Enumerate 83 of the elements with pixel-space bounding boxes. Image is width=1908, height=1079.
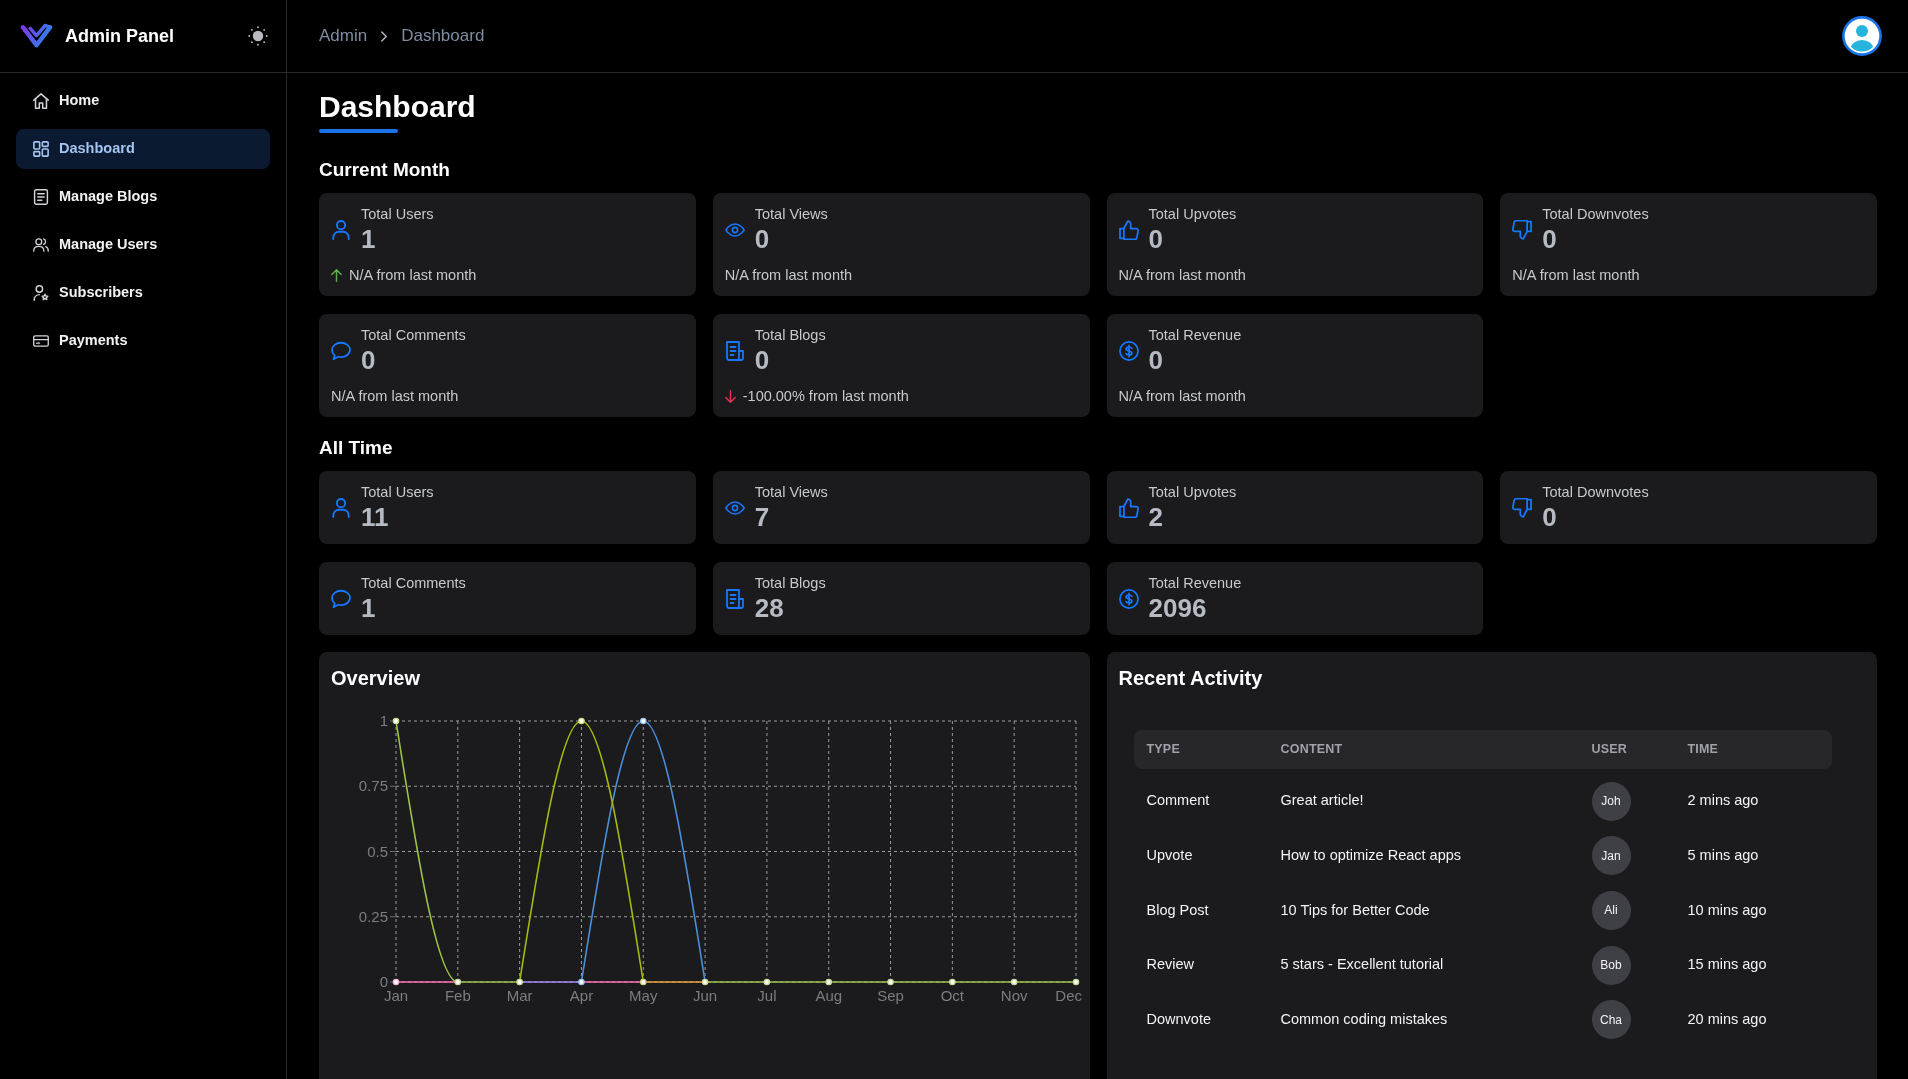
change-text: N/A from last month: [349, 266, 477, 285]
section-title: All Time: [319, 436, 393, 459]
change-text: N/A from last month: [1118, 266, 1246, 285]
axis-label: Jan: [383, 987, 409, 1004]
card-title: Overview: [331, 666, 420, 691]
axis-label: May: [629, 987, 658, 1004]
axis-label: 0: [379, 973, 388, 990]
axis-label: Oct: [940, 987, 965, 1004]
stat-value: 7: [754, 502, 771, 533]
table-cell-text: Upvote: [1146, 846, 1193, 865]
stat-label: Total Revenue: [1148, 326, 1242, 345]
axis-label: Dec: [1055, 987, 1082, 1004]
stat-value: 0: [1148, 224, 1164, 255]
user-initials-avatar: Joh: [1591, 781, 1631, 821]
breadcrumb-current: Dashboard: [401, 25, 485, 48]
table-cell-text: Common coding mistakes: [1280, 1009, 1448, 1029]
table-cell-text: Review: [1146, 955, 1195, 975]
axis-label: Sep: [877, 987, 904, 1004]
stat-label: Total Downvotes: [1542, 483, 1649, 502]
stat-value: 11: [361, 502, 390, 533]
axis-label: Jun: [693, 987, 718, 1004]
table-cell-text: How to optimize React apps: [1280, 846, 1462, 865]
axis-label: 1: [379, 712, 388, 729]
table-cell-text: 15 mins ago: [1687, 955, 1767, 975]
table-cell-text: 5 stars - Excellent tutorial: [1280, 955, 1444, 975]
axis-label: 0.5: [367, 842, 388, 860]
stat-value: 0: [1542, 502, 1558, 533]
column-header: TIME: [1687, 741, 1719, 759]
axis-label: Feb: [444, 987, 471, 1004]
stat-label: Total Blogs: [754, 326, 826, 345]
stat-label: Total Users: [361, 483, 434, 502]
table-cell-text: 5 mins ago: [1687, 846, 1759, 865]
table-cell-text: 10 mins ago: [1687, 900, 1767, 920]
card-title: Recent Activity: [1118, 666, 1263, 691]
column-header: CONTENT: [1280, 741, 1343, 759]
change-text: N/A from last month: [1118, 387, 1246, 406]
stat-value: 0: [754, 224, 771, 255]
table-cell-text: Great article!: [1280, 791, 1364, 811]
table-cell-text: Blog Post: [1146, 900, 1209, 920]
stat-value: 2096: [1148, 593, 1208, 624]
stat-label: Total Views: [754, 205, 828, 224]
stat-value: 0: [1542, 224, 1558, 255]
stat-label: Total Revenue: [1148, 574, 1242, 593]
section-title: Current Month: [319, 158, 450, 181]
stat-value: 0: [754, 345, 771, 376]
stat-value: 0: [361, 345, 377, 376]
change-text: -100.00% from last month: [742, 387, 909, 406]
table-cell-text: Downvote: [1146, 1009, 1211, 1029]
stat-value: 1: [361, 224, 377, 255]
axis-label: Nov: [1000, 987, 1028, 1004]
stat-value: 0: [1148, 345, 1164, 376]
axis-label: Jul: [757, 987, 777, 1004]
axis-label: 0.75: [358, 777, 388, 795]
column-header: USER: [1591, 741, 1628, 759]
change-text: N/A from last month: [331, 387, 459, 406]
user-initials-avatar: Bob: [1591, 945, 1631, 985]
user-initials-avatar: Cha: [1591, 1000, 1631, 1040]
stat-label: Total Upvotes: [1148, 205, 1237, 224]
axis-label: Mar: [506, 987, 533, 1004]
table-cell-text: 10 Tips for Better Code: [1280, 900, 1430, 920]
user-initials-avatar: Jan: [1591, 836, 1631, 876]
axis-label: Aug: [815, 987, 843, 1004]
stat-label: Total Comments: [361, 326, 466, 345]
stat-label: Total Upvotes: [1148, 483, 1237, 502]
page-title: Dashboard: [319, 89, 476, 125]
brand-name: Admin Panel: [65, 24, 175, 48]
stat-value: 28: [754, 593, 785, 624]
stat-label: Total Comments: [361, 574, 466, 593]
stat-value: 2: [1148, 502, 1164, 533]
axis-label: 0.25: [358, 907, 388, 925]
stat-value: 1: [361, 593, 377, 624]
user-initials-avatar: Ali: [1591, 891, 1631, 930]
table-cell-text: 20 mins ago: [1687, 1009, 1767, 1029]
column-header: TYPE: [1146, 741, 1180, 759]
change-text: N/A from last month: [1512, 266, 1640, 285]
stat-label: Total Blogs: [754, 574, 826, 593]
axis-label: Apr: [569, 987, 594, 1004]
change-text: N/A from last month: [724, 266, 853, 285]
stat-label: Total Views: [754, 483, 828, 502]
stat-label: Total Downvotes: [1542, 205, 1649, 224]
table-cell-text: 2 mins ago: [1687, 791, 1759, 811]
table-cell-text: Comment: [1146, 791, 1210, 811]
stat-label: Total Users: [361, 205, 434, 224]
